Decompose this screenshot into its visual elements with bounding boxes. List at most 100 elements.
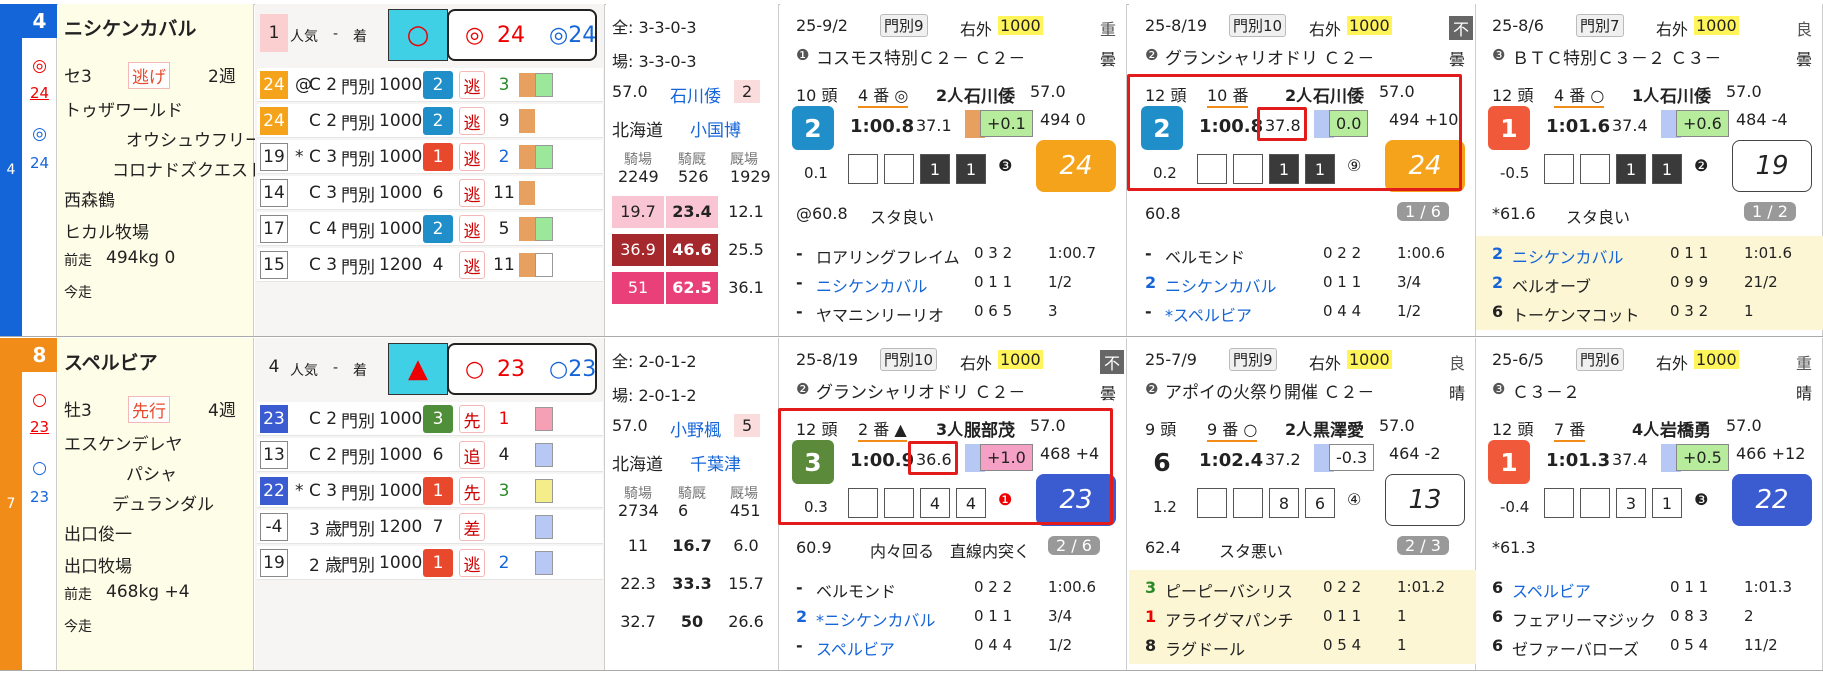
past-pop: 2 bbox=[498, 147, 510, 167]
race-card-2[interactable]: 25-7/9 門別9 右外 1000 良 ❷ アポイの火祭り開催 Ｃ２－ 晴 9 頭 9 番 ○ 2… bbox=[1129, 338, 1476, 670]
horse-number: 8 bbox=[22, 338, 57, 372]
trainer-name: 千葉津 bbox=[690, 455, 741, 475]
corner-mark: ❶ bbox=[998, 490, 1013, 509]
region: 北海道 bbox=[612, 121, 663, 141]
race-kg: 57.0 bbox=[1379, 82, 1415, 101]
race-card-3[interactable]: 25-6/5 門別6 右外 1000 重 ❸ Ｃ３－２ 晴 12 頭7 番 4人 岩橋勇 57.0 1 1… bbox=[1476, 338, 1823, 670]
stat-h1: 騎場 bbox=[624, 486, 652, 502]
past-finish: 1 bbox=[423, 549, 453, 577]
past-finish: 1 bbox=[423, 477, 453, 505]
race-card-1[interactable]: 25-8/19 門別10 右外 1000 不 ❷ グランシャリオドリ Ｃ２－ 曇 12 頭 2 番… bbox=[778, 338, 1127, 670]
past-class: C 3 bbox=[309, 147, 338, 167]
race-finish: 1 bbox=[1488, 106, 1530, 150]
past-finish: 3 bbox=[423, 405, 453, 433]
past-race-row[interactable]: 14 C 3 門別 1000 6 逃 11 bbox=[257, 176, 603, 210]
past-bar-2 bbox=[535, 253, 553, 277]
result-name: ラグドール bbox=[1165, 640, 1246, 659]
race-diff: +0.5 bbox=[1676, 444, 1729, 471]
past-pop bbox=[491, 510, 517, 544]
result-time: 1:00.6 bbox=[1048, 578, 1096, 596]
race-card-2[interactable]: 25-8/19 門別10 右外 1000 不 ❷ グランシャリオドリ Ｃ２－曇 12 頭 10 … bbox=[1127, 4, 1476, 336]
corner-position bbox=[1544, 154, 1574, 184]
track-going: 良 bbox=[1449, 354, 1466, 373]
prediction-mark: ◎ bbox=[32, 56, 47, 76]
race-odds: -0.4 bbox=[1500, 498, 1530, 516]
past-bar-2 bbox=[535, 551, 553, 575]
result-record: 0 2 2 bbox=[974, 578, 1013, 596]
result-record: 0 1 1 bbox=[1670, 578, 1709, 596]
past-race-row[interactable]: 15 C 3 門別 1200 4 逃 11 bbox=[257, 248, 603, 282]
stats-panel: 全: 3-3-0-3 場: 3-3-0-3 57.0 石川倭 2 北海道 小国博 騎場 騎厩 厩場… bbox=[606, 4, 779, 336]
past-bar-1 bbox=[519, 253, 535, 277]
interval: 4週 bbox=[208, 401, 236, 421]
race-class: 門別9 bbox=[1229, 348, 1277, 371]
past-pop: 11 bbox=[493, 255, 515, 275]
race-tag: 2 / 3 bbox=[1397, 536, 1449, 555]
past-index: 19 bbox=[260, 549, 288, 577]
past-index: 22 bbox=[260, 477, 288, 505]
result-time: 1/2 bbox=[1048, 273, 1073, 291]
past-finish: 7 bbox=[432, 517, 444, 537]
finish-label: 着 bbox=[353, 29, 367, 45]
race-no: ❶ bbox=[796, 46, 810, 64]
race-name: グランシャリオドリ Ｃ２－ bbox=[1165, 49, 1375, 69]
result-record: 0 1 1 bbox=[974, 607, 1013, 625]
past-mark bbox=[295, 402, 309, 436]
race-finish: 6 bbox=[1141, 440, 1183, 484]
result-rank: - bbox=[796, 302, 803, 321]
corner-position: 1 bbox=[1652, 488, 1682, 518]
popularity-label: 人気 bbox=[290, 29, 318, 45]
result-rank: 2 bbox=[796, 607, 808, 626]
past-pop: 9 bbox=[498, 111, 510, 131]
corner-mark: ④ bbox=[1347, 490, 1362, 509]
stat-cell: 36.1 bbox=[720, 272, 772, 304]
past-race-row[interactable]: 13 C 2 門別 1000 6 追 4 bbox=[257, 438, 603, 472]
horse-number-column: 4 ◎ 24 ◎ 24 bbox=[22, 4, 57, 336]
past-track: 門別 bbox=[341, 411, 375, 432]
result-time: 3/4 bbox=[1397, 273, 1422, 291]
race-kg: 57.0 bbox=[1030, 416, 1066, 435]
stat-cell: 6.0 bbox=[720, 530, 772, 562]
past-race-row[interactable]: 17 C 4 門別 1000 2 逃 5 bbox=[257, 212, 603, 246]
race-card-3[interactable]: 25-8/6 門別7 右外 1000 良 ❸ ＢＴＣ特別Ｃ３－２ Ｃ３－ 曇 12 頭 4 番 ○… bbox=[1476, 4, 1823, 336]
race-no: ❷ bbox=[1145, 46, 1159, 64]
stat-cell: 51 bbox=[612, 272, 664, 304]
past-mark bbox=[295, 510, 309, 544]
past-race-row[interactable]: 24 @ C 2 門別 1000 2 逃 3 bbox=[257, 68, 603, 102]
corner-position bbox=[1544, 488, 1574, 518]
race-kg: 57.0 bbox=[1726, 416, 1762, 435]
stat-h1: 騎場 bbox=[624, 152, 652, 168]
past-track: 門別 bbox=[341, 483, 375, 504]
result-record: 0 1 1 bbox=[1670, 244, 1709, 262]
past-class: C 3 bbox=[309, 255, 338, 275]
past-bar-2 bbox=[535, 145, 553, 169]
result-rank: 2 bbox=[1145, 273, 1157, 292]
past-finish: 2 bbox=[423, 107, 453, 135]
past-race-row[interactable]: -4 3 歳門別 1200 7 差 bbox=[257, 510, 603, 544]
result-record: 0 1 1 bbox=[1323, 273, 1362, 291]
gate: 7 番 bbox=[1554, 416, 1586, 442]
race-card-1[interactable]: 25-9/2 門別9 右外 1000 重 ❶ コスモス特別Ｃ２－ Ｃ２－ 曇 10 頭 4 番 ◎… bbox=[780, 4, 1127, 336]
past-race-row[interactable]: 22 * C 3 門別 1000 1 先 3 bbox=[257, 474, 603, 508]
result-name: フェアリーマジック bbox=[1512, 611, 1657, 630]
result-rank: - bbox=[796, 273, 803, 292]
past-race-row[interactable]: 19 * C 3 門別 1000 1 逃 2 bbox=[257, 140, 603, 174]
horse-info: ニシケンカバル セ3 逃げ 2週 トゥザワールド オウシュウフリート コロナドズクエスト 西森… bbox=[58, 4, 279, 336]
race-diff: -0.3 bbox=[1329, 444, 1375, 471]
corner-position bbox=[1233, 154, 1263, 184]
past-race-row[interactable]: 23 C 2 門別 1000 3 先 1 bbox=[257, 402, 603, 436]
race-time: 1:01.3 bbox=[1546, 450, 1611, 471]
past-race-row[interactable]: 19 2 歳門別 1000 1 逃 2 bbox=[257, 546, 603, 580]
race-comment: 内々回る 直線内突く bbox=[870, 542, 1031, 561]
race-name: コスモス特別Ｃ２－ Ｃ２－ bbox=[816, 49, 1026, 69]
race-diff: +1.0 bbox=[980, 444, 1033, 471]
past-race-row[interactable]: 24 C 2 門別 1000 2 逃 9 bbox=[257, 104, 603, 138]
past-class: C 2 bbox=[309, 111, 338, 131]
past-style: 逃 bbox=[459, 215, 485, 243]
prediction-marks-box: ◎ 24 ◎24 bbox=[447, 9, 597, 61]
result-record: 0 1 1 bbox=[974, 273, 1013, 291]
race-rank: 13 bbox=[1385, 474, 1465, 526]
corner-position: 1 bbox=[1652, 154, 1682, 184]
big-mark-1: ◎ bbox=[465, 23, 485, 48]
result-name: スペルビア bbox=[816, 640, 895, 659]
